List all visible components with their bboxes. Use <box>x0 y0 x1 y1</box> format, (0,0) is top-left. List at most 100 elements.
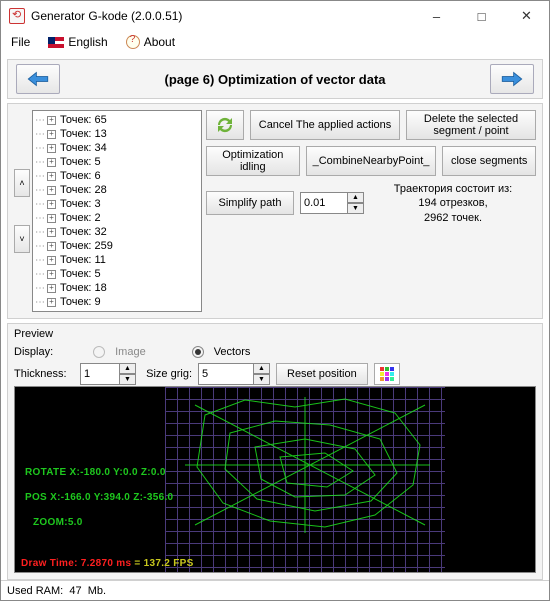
tree-row[interactable]: ⋯+Точек: 11 <box>35 253 199 267</box>
arrow-right-icon <box>499 69 525 89</box>
tree-row[interactable]: ⋯+Точек: 34 <box>35 141 199 155</box>
ram-unit: Mb. <box>88 585 106 597</box>
expand-icon[interactable]: + <box>47 284 56 293</box>
preview-canvas[interactable]: ROTATE X:-180.0 Y:0.0 Z:0.0 POS X:-166.0… <box>14 386 536 573</box>
refresh-button[interactable] <box>206 110 244 140</box>
tree-row[interactable]: ⋯+Точек: 6 <box>35 169 199 183</box>
tree-row-label: Точек: 28 <box>60 184 107 196</box>
overlay-pos: POS X:-166.0 Y:394.0 Z:-356.0 <box>25 492 173 503</box>
sizegrid-label: Size grig: <box>142 368 192 380</box>
optimization-idling-button[interactable]: Optimization idling <box>206 146 300 176</box>
about-icon <box>126 35 140 49</box>
menubar: File English About <box>1 31 549 53</box>
list-move-up-button[interactable]: ˄ <box>14 169 30 197</box>
simplify-up[interactable]: ▲ <box>348 192 364 203</box>
tree-row-label: Точек: 32 <box>60 226 107 238</box>
ram-value: 47 <box>69 585 81 597</box>
window-title: Generator G-kode (2.0.0.51) <box>31 9 414 23</box>
tree-row-label: Точек: 5 <box>60 156 101 168</box>
ram-label: Used RAM: <box>7 585 63 597</box>
nav-bar: (page 6) Optimization of vector data <box>7 59 543 99</box>
tree-row-label: Точек: 65 <box>60 114 107 126</box>
thickness-stepper[interactable]: ▲▼ <box>80 363 136 385</box>
thickness-label: Thickness: <box>14 368 74 380</box>
simplify-value-stepper[interactable]: ▲▼ <box>300 192 364 214</box>
menu-language[interactable]: English <box>44 33 111 51</box>
sizegrid-stepper[interactable]: ▲▼ <box>198 363 270 385</box>
color-picker-button[interactable] <box>374 363 400 385</box>
tree-row-label: Точек: 13 <box>60 128 107 140</box>
tree-row-label: Точек: 2 <box>60 212 101 224</box>
tree-row-label: Точек: 3 <box>60 198 101 210</box>
trajectory-info: Траектория состоит из: 194 отрезков, 296… <box>370 182 536 225</box>
color-grid-icon <box>380 367 394 381</box>
window-maximize-button[interactable]: □ <box>459 1 504 31</box>
segment-tree[interactable]: ⋯+Точек: 65⋯+Точек: 13⋯+Точек: 34⋯+Точек… <box>32 110 202 312</box>
tree-row-label: Точек: 6 <box>60 170 101 182</box>
expand-icon[interactable]: + <box>47 214 56 223</box>
tree-row[interactable]: ⋯+Точек: 3 <box>35 197 199 211</box>
display-vectors-label: Vectors <box>214 346 251 358</box>
cancel-actions-button[interactable]: Cancel The applied actions <box>250 110 400 140</box>
expand-icon[interactable]: + <box>47 116 56 125</box>
tree-row[interactable]: ⋯+Точек: 5 <box>35 267 199 281</box>
window-titlebar: Generator G-kode (2.0.0.51) – □ ✕ <box>1 1 549 31</box>
expand-icon[interactable]: + <box>47 228 56 237</box>
window-minimize-button[interactable]: – <box>414 1 459 31</box>
vector-rendering <box>175 395 435 535</box>
display-label: Display: <box>14 346 53 358</box>
combine-nearby-point-button[interactable]: _CombineNearbyPoint_ <box>306 146 437 176</box>
preview-label: Preview <box>14 328 536 340</box>
menu-file[interactable]: File <box>7 33 34 51</box>
prev-page-button[interactable] <box>16 64 60 94</box>
expand-icon[interactable]: + <box>47 186 56 195</box>
tree-row-label: Точек: 34 <box>60 142 107 154</box>
display-vectors-radio[interactable] <box>192 346 204 358</box>
tree-row[interactable]: ⋯+Точек: 18 <box>35 281 199 295</box>
delete-segment-button[interactable]: Delete the selected segment / point <box>406 110 536 140</box>
menu-about[interactable]: About <box>122 33 179 51</box>
expand-icon[interactable]: + <box>47 270 56 279</box>
tree-row-label: Точек: 18 <box>60 282 107 294</box>
tree-row-label: Точек: 5 <box>60 268 101 280</box>
next-page-button[interactable] <box>490 64 534 94</box>
expand-icon[interactable]: + <box>47 298 56 307</box>
expand-icon[interactable]: + <box>47 130 56 139</box>
tree-row-label: Точек: 11 <box>60 254 106 266</box>
tree-row-label: Точек: 259 <box>60 240 113 252</box>
reset-position-button[interactable]: Reset position <box>276 363 368 385</box>
arrow-left-icon <box>25 69 51 89</box>
tree-row[interactable]: ⋯+Точек: 65 <box>35 113 199 127</box>
window-close-button[interactable]: ✕ <box>504 1 549 31</box>
list-move-down-button[interactable]: ˅ <box>14 225 30 253</box>
expand-icon[interactable]: + <box>47 200 56 209</box>
expand-icon[interactable]: + <box>47 172 56 181</box>
tree-row-label: Точек: 9 <box>60 296 101 308</box>
tree-row[interactable]: ⋯+Точек: 2 <box>35 211 199 225</box>
tree-row[interactable]: ⋯+Точек: 9 <box>35 295 199 309</box>
tree-row[interactable]: ⋯+Точек: 32 <box>35 225 199 239</box>
display-image-label: Image <box>115 346 146 358</box>
overlay-drawtime: Draw Time: 7.2870 ms = 137.2 FPS <box>21 558 194 569</box>
sizegrid-input[interactable] <box>198 363 254 385</box>
expand-icon[interactable]: + <box>47 144 56 153</box>
simplify-value-input[interactable] <box>300 192 348 214</box>
expand-icon[interactable]: + <box>47 256 56 265</box>
flag-icon <box>48 37 64 48</box>
tree-row[interactable]: ⋯+Точек: 28 <box>35 183 199 197</box>
overlay-rotate: ROTATE X:-180.0 Y:0.0 Z:0.0 <box>25 467 166 478</box>
close-segments-button[interactable]: close segments <box>442 146 536 176</box>
tree-row[interactable]: ⋯+Точек: 5 <box>35 155 199 169</box>
expand-icon[interactable]: + <box>47 158 56 167</box>
app-icon <box>9 8 25 24</box>
tree-row[interactable]: ⋯+Точек: 13 <box>35 127 199 141</box>
status-bar: Used RAM: 47 Mb. <box>1 580 549 600</box>
refresh-icon <box>213 111 237 139</box>
simplify-path-button[interactable]: Simplify path <box>206 191 294 215</box>
simplify-down[interactable]: ▼ <box>348 203 364 214</box>
page-title: (page 6) Optimization of vector data <box>66 72 484 87</box>
thickness-input[interactable] <box>80 363 120 385</box>
display-image-radio <box>93 346 105 358</box>
expand-icon[interactable]: + <box>47 242 56 251</box>
tree-row[interactable]: ⋯+Точек: 259 <box>35 239 199 253</box>
